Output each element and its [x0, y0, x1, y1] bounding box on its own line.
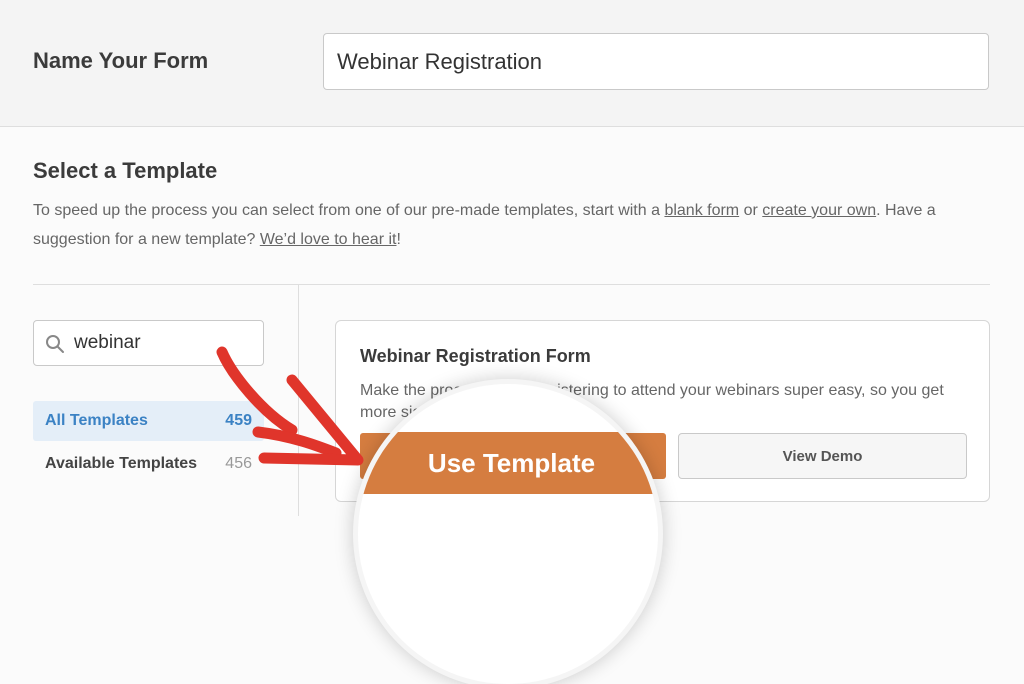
section-description: To speed up the process you can select f… — [33, 202, 936, 248]
search-icon — [46, 335, 64, 353]
category-all-templates[interactable]: All Templates 459 — [33, 401, 264, 441]
suggest-template-link[interactable]: We’d love to hear it — [260, 231, 397, 248]
blank-form-link[interactable]: blank form — [664, 202, 739, 219]
category-label: Available Templates — [45, 455, 198, 472]
category-count: 459 — [225, 412, 252, 429]
section-divider — [33, 284, 990, 285]
category-label: All Templates — [45, 412, 148, 429]
form-name-input[interactable] — [323, 33, 989, 90]
template-title: Webinar Registration Form — [360, 346, 591, 366]
sidebar-divider — [298, 284, 299, 516]
category-available-templates[interactable]: Available Templates 456 — [33, 444, 264, 484]
category-count: 456 — [225, 455, 252, 472]
view-demo-button[interactable]: View Demo — [678, 433, 967, 479]
section-title: Select a Template — [33, 158, 218, 183]
form-name-label: Name Your Form — [33, 48, 209, 73]
zoom-highlight-circle: Use Template — [358, 384, 658, 684]
create-your-own-link[interactable]: create your own — [762, 202, 876, 219]
template-search-input[interactable] — [74, 327, 254, 359]
template-search-box[interactable] — [33, 320, 264, 366]
arrow-shaft-lower — [252, 426, 342, 459]
form-name-header: Name Your Form — [0, 0, 1024, 127]
use-template-button[interactable]: Use Template — [358, 432, 658, 494]
